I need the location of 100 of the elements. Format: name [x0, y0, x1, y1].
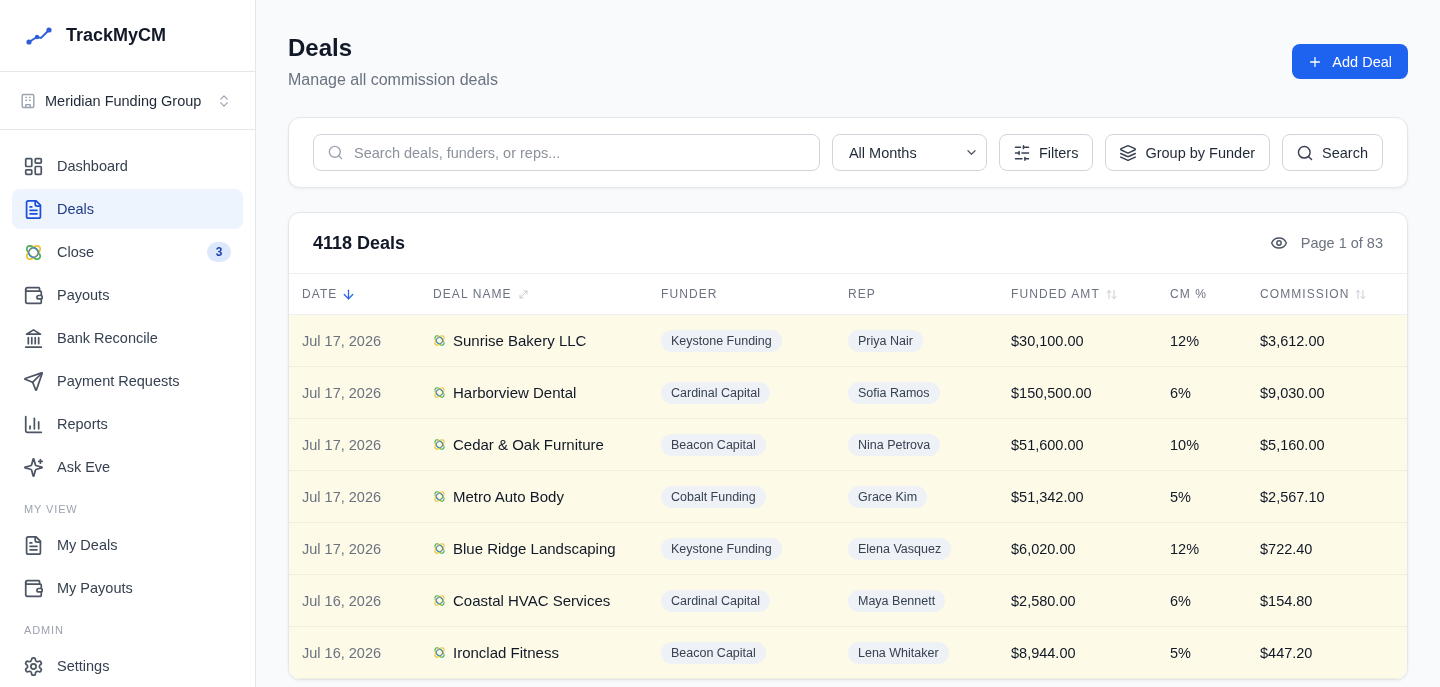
nav-item[interactable]: My Payouts — [12, 568, 243, 608]
rep-tag: Sofia Ramos — [848, 381, 940, 404]
funder-tag: Beacon Capital — [661, 641, 766, 664]
section-label: MY VIEW — [23, 502, 79, 517]
rings-icon — [433, 646, 446, 659]
date-cell-text: Jul 17, 2026 — [302, 436, 382, 453]
column-header[interactable]: FUNDED AMT — [1011, 287, 1100, 301]
deal-row[interactable]: Jul 16, 2026 Coastal HVAC Services Cardinal Capital Maya Bennett $2,580.00 6% $154.80 — [289, 575, 1407, 627]
section-label: ADMIN — [23, 623, 65, 638]
column-header[interactable]: FUNDER — [661, 287, 718, 301]
rep-tag: Priya Nair — [848, 329, 923, 352]
filter-toolbar-button[interactable]: Group by Funder — [1105, 134, 1271, 171]
cm-percent-cell-text: 6% — [1170, 592, 1192, 609]
rep-tag: Elena Vasquez — [848, 537, 952, 560]
nav-item[interactable]: Ask Eve — [12, 447, 243, 487]
column-header[interactable]: REP — [848, 287, 876, 301]
rings-icon — [433, 490, 446, 503]
column-header[interactable]: DATE — [302, 287, 338, 301]
deal-name: Coastal HVAC Services — [453, 592, 611, 609]
wallet-icon — [24, 578, 43, 598]
rings-icon — [433, 438, 446, 451]
building-icon — [20, 92, 36, 109]
funded-amount-cell-text: $30,100.00 — [1011, 332, 1085, 349]
column-header[interactable]: COMMISSION — [1260, 287, 1350, 301]
filter-toolbar-button[interactable]: Search — [1282, 134, 1383, 171]
rings-icon — [433, 334, 446, 347]
funded-amount-cell-text: $8,944.00 — [1011, 644, 1077, 661]
deal-name: Harborview Dental — [453, 384, 577, 401]
month-select[interactable]: All Months — [831, 134, 987, 171]
column-header[interactable]: CM % — [1170, 287, 1207, 301]
nav-item[interactable]: Settings — [12, 646, 243, 686]
nav-item[interactable]: Payouts — [12, 275, 243, 315]
deal-row[interactable]: Jul 17, 2026 Harborview Dental Cardinal Capital Sofia Ramos $150,500.00 6% $9,030.00 — [289, 367, 1407, 419]
date-cell-text: Jul 16, 2026 — [302, 592, 382, 609]
deal-row[interactable]: Jul 16, 2026 Ironclad Fitness Beacon Capital Lena Whitaker $8,944.00 5% $447.20 — [289, 627, 1407, 679]
logo-icon — [26, 26, 52, 45]
deal-name: Blue Ridge Landscaping — [453, 540, 616, 557]
dashboard-grid-icon — [24, 156, 43, 176]
eye-icon[interactable] — [1270, 235, 1287, 251]
workspace-switcher[interactable]: Meridian Funding Group — [12, 80, 243, 121]
nav-item[interactable]: Payment Requests — [12, 361, 243, 401]
date-cell-text: Jul 17, 2026 — [302, 540, 382, 557]
funded-amount-cell-text: $51,600.00 — [1011, 436, 1085, 453]
funder-tag: Cardinal Capital — [661, 381, 770, 404]
rings-icon — [433, 386, 446, 399]
date-cell-text: Jul 16, 2026 — [302, 644, 382, 661]
nav-item[interactable]: Dashboard — [12, 146, 243, 186]
commission-cell-text: $5,160.00 — [1260, 436, 1326, 453]
search-icon — [328, 145, 343, 160]
funded-amount-cell-text: $6,020.00 — [1011, 540, 1077, 557]
plus-icon — [1308, 54, 1323, 69]
deal-row[interactable]: Jul 17, 2026 Metro Auto Body Cobalt Funding Grace Kim $51,342.00 5% $2,567.10 — [289, 471, 1407, 523]
add-deal-button[interactable]: Add Deal — [1292, 44, 1408, 79]
deal-row[interactable]: Jul 17, 2026 Sunrise Bakery LLC Keystone Funding Priya Nair $30,100.00 12% $3,612.00 — [289, 315, 1407, 367]
column-header[interactable]: DEAL NAME — [433, 287, 512, 301]
commission-cell-text: $2,567.10 — [1260, 488, 1326, 505]
funder-tag: Beacon Capital — [661, 433, 766, 456]
app-name: TrackMyCM — [66, 25, 167, 46]
bar-chart-icon — [24, 414, 43, 434]
deal-name: Sunrise Bakery LLC — [453, 332, 587, 349]
cm-percent-cell-text: 6% — [1170, 384, 1192, 401]
sliders-icon — [1013, 144, 1030, 161]
paper-plane-icon — [24, 371, 43, 391]
rings-icon — [24, 242, 43, 262]
search-icon — [1297, 144, 1314, 161]
settings-icon — [24, 656, 43, 676]
funder-tag: Cobalt Funding — [661, 485, 766, 508]
sparkle-icon — [24, 457, 43, 477]
chevron-up-down-icon — [217, 93, 231, 108]
rep-tag: Maya Bennett — [848, 589, 946, 612]
layers-icon — [1120, 144, 1137, 161]
commission-cell-text: $3,612.00 — [1260, 332, 1326, 349]
deal-name: Metro Auto Body — [453, 488, 564, 505]
deal-name: Ironclad Fitness — [453, 644, 559, 661]
search-field[interactable]: Search deals, funders, or reps... — [313, 134, 820, 171]
cm-percent-cell-text: 12% — [1170, 540, 1201, 557]
deal-row[interactable]: Jul 17, 2026 Cedar & Oak Furniture Beacon Capital Nina Petrova $51,600.00 10% $5,160.00 — [289, 419, 1407, 471]
document-icon — [24, 535, 43, 555]
nav-item[interactable]: Deals — [12, 189, 243, 229]
document-icon — [24, 199, 43, 219]
deal-name: Cedar & Oak Furniture — [453, 436, 604, 453]
nav-item[interactable]: Reports — [12, 404, 243, 444]
nav-item[interactable]: Close 3 — [12, 232, 243, 272]
date-cell-text: Jul 17, 2026 — [302, 488, 382, 505]
count-badge: 3 — [207, 242, 231, 262]
filter-toolbar-button[interactable]: Filters — [998, 134, 1094, 171]
rep-tag: Lena Whitaker — [848, 641, 949, 664]
funded-amount-cell-text: $150,500.00 — [1011, 384, 1093, 401]
deal-row[interactable]: Jul 17, 2026 Blue Ridge Landscaping Keystone Funding Elena Vasquez $6,020.00 12% $722.40 — [289, 523, 1407, 575]
commission-cell-text: $154.80 — [1260, 592, 1314, 609]
wallet-icon — [24, 285, 43, 305]
rings-icon — [433, 542, 446, 555]
nav-item[interactable]: Bank Reconcile — [12, 318, 243, 358]
funder-tag: Keystone Funding — [661, 329, 782, 352]
date-cell-text: Jul 17, 2026 — [302, 384, 382, 401]
rings-icon — [433, 594, 446, 607]
cm-percent-cell-text: 5% — [1170, 644, 1192, 661]
nav-item[interactable]: My Deals — [12, 525, 243, 565]
funder-tag: Keystone Funding — [661, 537, 782, 560]
commission-cell-text: $722.40 — [1260, 540, 1314, 557]
